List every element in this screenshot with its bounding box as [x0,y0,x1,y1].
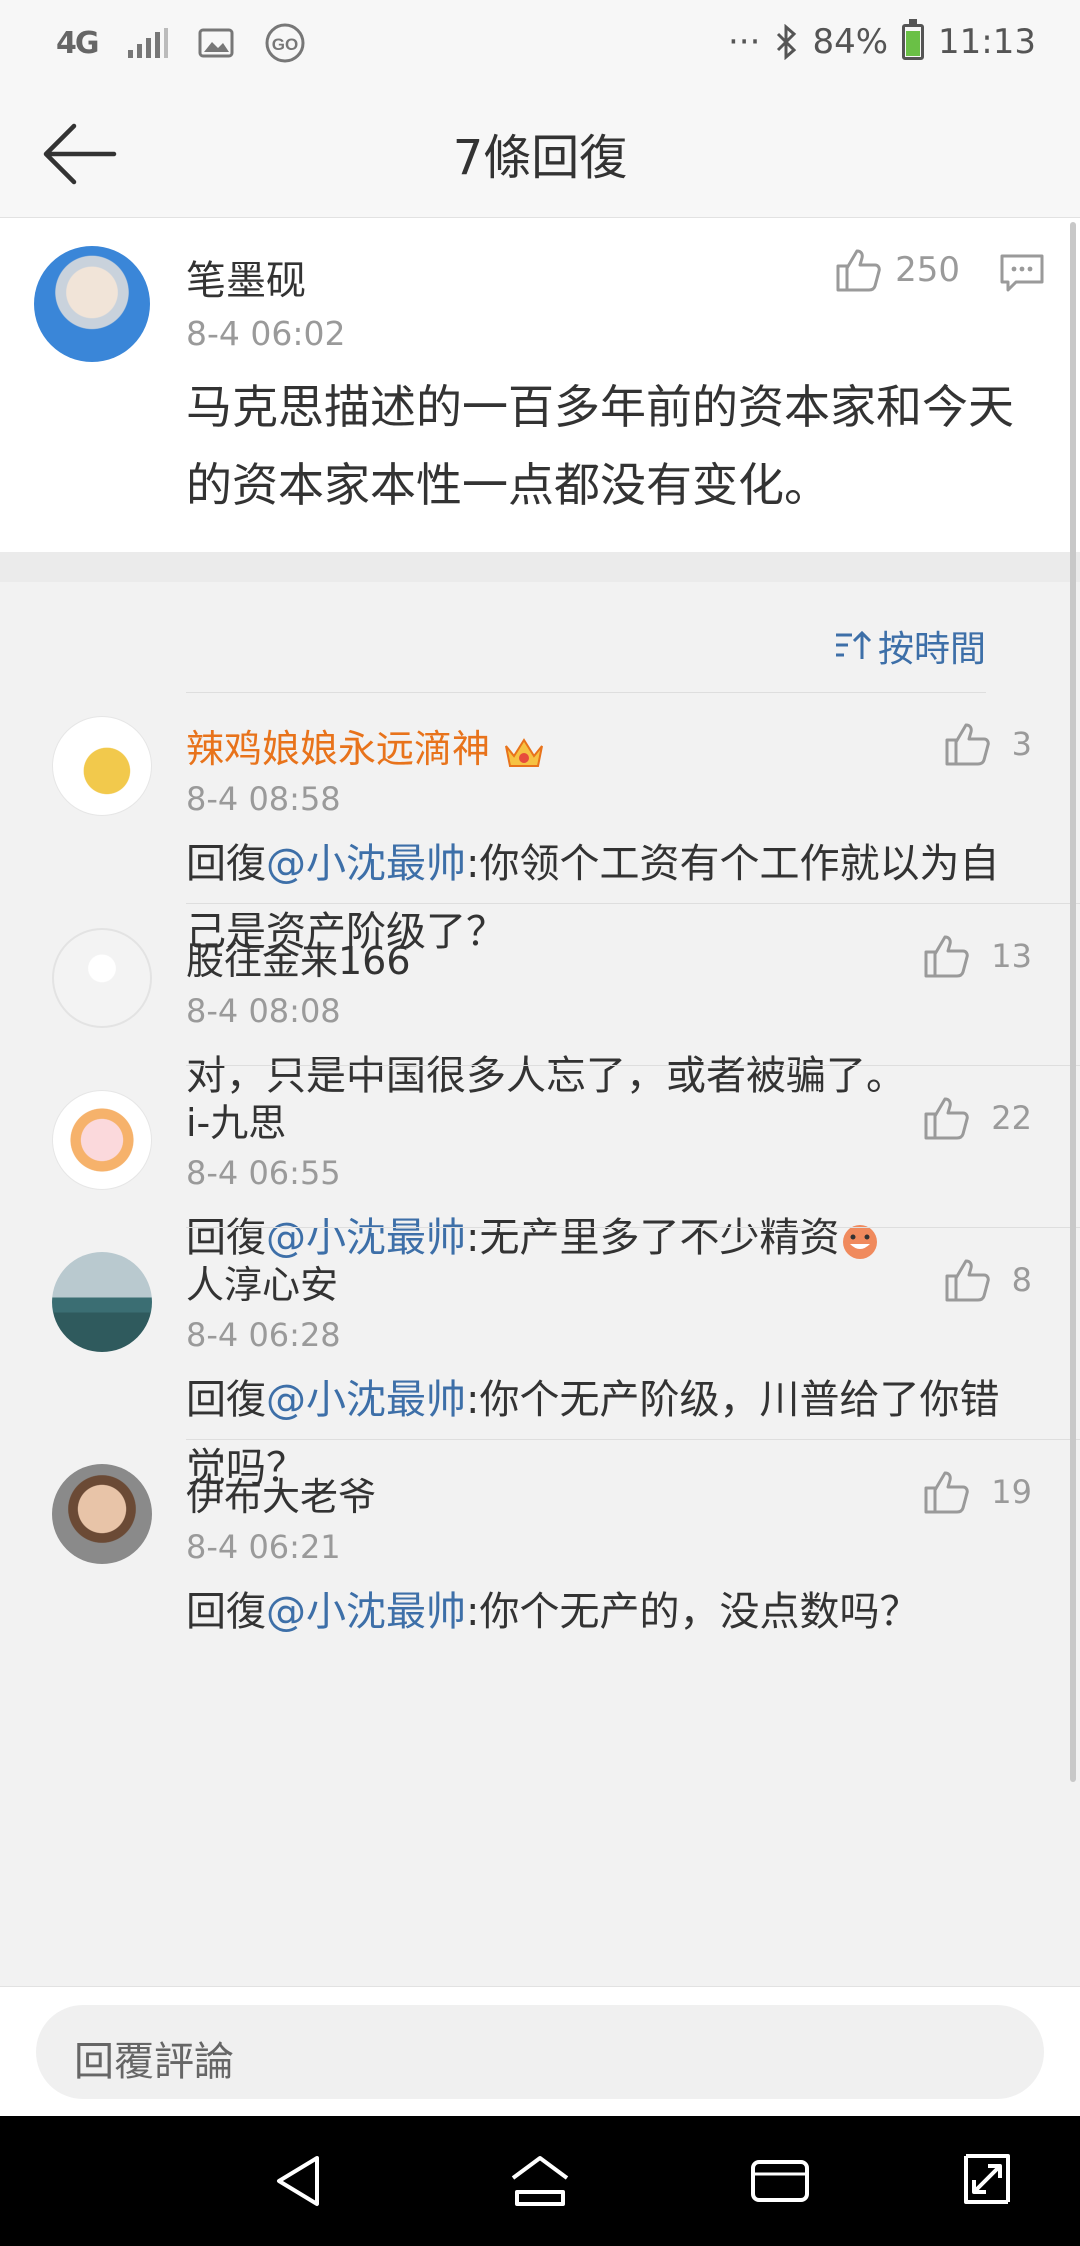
page-title: 7條回復 [452,130,628,186]
reply-bar: 回覆評論 [0,1986,1080,2116]
status-bar: 4G GO ··· 84% 11:13 [0,0,1080,92]
like-count: 8 [1011,1261,1032,1299]
go-icon: GO [265,23,304,63]
clock: 11:13 [938,22,1036,62]
reply-item: 股往金来166 8-4 08:08 13 对，只是中国很多人忘了，或者被骗了。 [0,904,1080,1099]
timestamp: 8-4 06:55 [186,1154,341,1192]
sort-label: 按時間 [877,629,986,670]
avatar[interactable] [52,1252,152,1352]
navigation-bar [0,2116,1080,2246]
username[interactable]: 股往金来166 [186,930,411,985]
avatar[interactable] [52,928,152,1028]
username[interactable]: 人淳心安 [186,1254,338,1309]
reply-text: 回復@小沈最帅:你个无产的，没点数吗？ [186,1589,920,1635]
more-dots-icon: ··· [728,22,761,62]
thumbs-up-icon [836,249,881,292]
username[interactable]: 伊布大老爷 [186,1466,376,1521]
timestamp: 8-4 08:58 [186,780,341,818]
timestamp: 8-4 06:02 [186,314,346,353]
timestamp: 8-4 06:21 [186,1528,341,1566]
like-button[interactable]: 250 [835,248,960,292]
original-comment: 笔墨砚 8-4 06:02 250 马克思描述的一百多年前的资本家和今天的资本家… [0,218,1080,552]
thumbs-up-icon [945,1259,990,1302]
mention-link[interactable]: @小沈最帅 [266,1589,466,1635]
comment-body: 马克思描述的一百多年前的资本家和今天的资本家本性一点都没有变化。 [186,380,1014,512]
like-count: 250 [895,250,960,290]
avatar[interactable] [34,246,150,362]
reply-item: 辣鸡娘娘永远滴神 8-4 08:58 3 回復@小沈最帅:你领个工资有个工作就以… [0,692,1080,955]
like-button[interactable]: 13 [923,934,1032,978]
reply-item: 人淳心安 8-4 06:28 8 回復@小沈最帅:你个无产阶级，川普给了你错觉吗… [0,1228,1080,1491]
like-count: 19 [991,1473,1032,1511]
thumbs-up-icon [924,1471,970,1514]
timestamp: 8-4 08:08 [186,992,341,1030]
nav-expand-icon[interactable] [952,2146,1022,2216]
thumbs-up-icon [945,723,990,766]
reply-item: 伊布大老爷 8-4 06:21 19 回復@小沈最帅:你个无产的，没点数吗？ [0,1440,1080,1652]
signal-icon [127,28,168,58]
avatar[interactable] [52,716,152,816]
replies-list: 按時間 辣鸡娘娘永远滴神 8-4 08:58 3 回復@小沈最帅:你领个工资有个… [0,582,1080,1986]
battery-icon [902,19,925,60]
image-icon [198,28,233,58]
like-count: 3 [1011,725,1032,763]
like-count: 13 [991,937,1032,975]
svg-text:GO: GO [271,35,297,54]
nav-recents-icon[interactable] [745,2146,815,2216]
nav-home-icon[interactable] [505,2146,575,2216]
mention-link[interactable]: @小沈最帅 [266,841,466,887]
nav-back-icon[interactable] [265,2146,335,2216]
top-bar: 7條回復 [0,92,1080,218]
like-button[interactable]: 19 [923,1470,1032,1514]
like-button[interactable]: 8 [944,1258,1032,1302]
username[interactable]: 辣鸡娘娘永远滴神 [186,718,546,773]
network-type: 4G [56,25,99,61]
reply-item: i-九思 8-4 06:55 22 回復@小沈最帅:无产里多了不少精资 [0,1066,1080,1261]
timestamp: 8-4 06:28 [186,1316,341,1354]
avatar[interactable] [52,1090,152,1190]
reply-placeholder: 回覆評論 [74,2039,234,2085]
battery-percent: 84% [812,22,889,62]
comment-icon[interactable] [1000,254,1044,292]
sort-icon [835,630,872,659]
like-button[interactable]: 3 [944,722,1032,766]
sort-button[interactable]: 按時間 [834,620,986,672]
bluetooth-icon [777,24,797,60]
scrollbar[interactable] [1070,222,1076,1782]
username[interactable]: 笔墨砚 [186,248,306,306]
reply-input[interactable]: 回覆評論 [36,2005,1044,2099]
thumbs-up-icon [924,1097,970,1140]
like-button[interactable]: 22 [923,1096,1032,1140]
like-count: 22 [991,1099,1032,1137]
vip-crown-icon [505,737,543,767]
thumbs-up-icon [924,935,970,978]
mention-link[interactable]: @小沈最帅 [266,1377,466,1423]
avatar[interactable] [52,1464,152,1564]
section-divider [0,552,1080,582]
username[interactable]: i-九思 [186,1092,286,1147]
